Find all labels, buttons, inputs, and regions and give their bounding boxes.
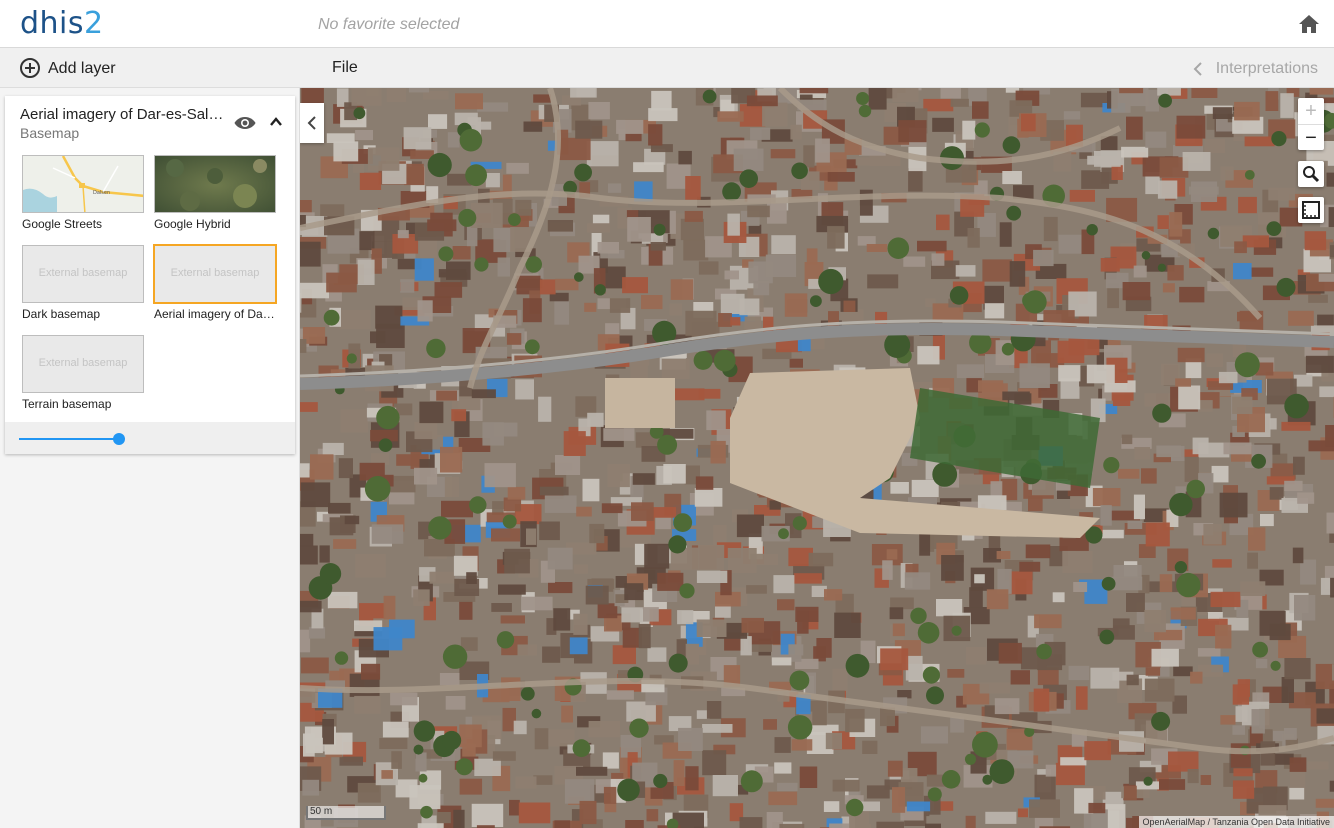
- map-attribution[interactable]: OpenAerialMap / Tanzania Open Data Initi…: [1138, 816, 1334, 828]
- streets-map-thumbnail: Dalsen: [23, 156, 143, 212]
- streets-thumb-label: Dalsen: [93, 190, 110, 196]
- basemap-name: Google Hybrid: [154, 217, 231, 231]
- zoom-control: + −: [1298, 98, 1324, 150]
- basemap-dark[interactable]: External basemap Dark basemap: [22, 245, 146, 321]
- ruler-icon: [1302, 201, 1320, 219]
- basemap-layer-card: Aerial imagery of Dar-es-Salaam Basemap: [5, 96, 295, 454]
- zoom-in-button[interactable]: +: [1298, 98, 1324, 124]
- chevron-up-icon[interactable]: [269, 115, 283, 129]
- collapse-panel-button[interactable]: [300, 103, 324, 143]
- add-layer-button[interactable]: Add layer: [0, 48, 300, 88]
- layer-title: Aerial imagery of Dar-es-Salaam: [20, 106, 230, 123]
- basemap-terrain[interactable]: External basemap Terrain basemap: [22, 335, 146, 411]
- external-basemap-placeholder: External basemap: [38, 267, 128, 279]
- home-icon[interactable]: [1298, 14, 1320, 34]
- visibility-eye-icon[interactable]: [234, 116, 256, 130]
- favorite-title: No favorite selected: [318, 16, 460, 33]
- basemap-thumbnail: Dalsen: [22, 155, 144, 213]
- map-toolbar: File Interpretations: [300, 48, 1334, 88]
- chevron-left-icon: [307, 116, 316, 130]
- layers-panel: Add layer Aerial imagery of Dar-es-Salaa…: [0, 48, 300, 828]
- dhis2-logo[interactable]: dhis2: [20, 6, 104, 41]
- zoom-out-button[interactable]: −: [1298, 124, 1324, 150]
- external-basemap-placeholder: External basemap: [38, 357, 128, 369]
- file-menu-button[interactable]: File: [332, 59, 358, 77]
- basemap-name: Google Streets: [22, 217, 103, 231]
- layer-subtitle: Basemap: [20, 125, 80, 141]
- opacity-slider-track[interactable]: [19, 438, 119, 440]
- scale-bar: 50 m: [306, 806, 386, 820]
- basemap-thumbnail: External basemap: [153, 244, 277, 304]
- app-header: dhis2 No favorite selected: [0, 0, 1334, 48]
- chevron-left-icon[interactable]: [1192, 62, 1204, 76]
- basemap-name: Dark basemap: [22, 307, 101, 321]
- map-canvas[interactable]: + − 50 m OpenAerialMap / Tanzania Open D…: [300, 88, 1334, 828]
- logo-text: dhis: [20, 6, 85, 41]
- add-layer-label: Add layer: [48, 60, 116, 77]
- opacity-slider-thumb[interactable]: [113, 433, 125, 445]
- hybrid-map-thumbnail: [155, 156, 275, 212]
- search-button[interactable]: [1298, 161, 1324, 187]
- basemap-thumbnail: External basemap: [22, 335, 144, 393]
- aerial-imagery: [300, 88, 1334, 828]
- basemap-thumbnail: [154, 155, 276, 213]
- basemap-aerial-dar-es-salaam[interactable]: External basemap Aerial imagery of Dar-e…: [153, 244, 278, 321]
- search-icon: [1303, 166, 1320, 183]
- basemap-google-hybrid[interactable]: Google Hybrid: [154, 155, 278, 231]
- opacity-control: [5, 422, 295, 454]
- measure-button[interactable]: [1298, 197, 1324, 223]
- external-basemap-placeholder: External basemap: [170, 267, 260, 279]
- basemap-name: Aerial imagery of Dar-es-Salaam: [154, 307, 278, 321]
- basemap-thumbnail: External basemap: [22, 245, 144, 303]
- add-circle-icon: [20, 58, 40, 78]
- interpretations-button[interactable]: Interpretations: [1216, 60, 1318, 78]
- basemap-google-streets[interactable]: Dalsen Google Streets: [22, 155, 146, 231]
- basemap-name: Terrain basemap: [22, 397, 112, 411]
- logo-number: 2: [84, 6, 104, 41]
